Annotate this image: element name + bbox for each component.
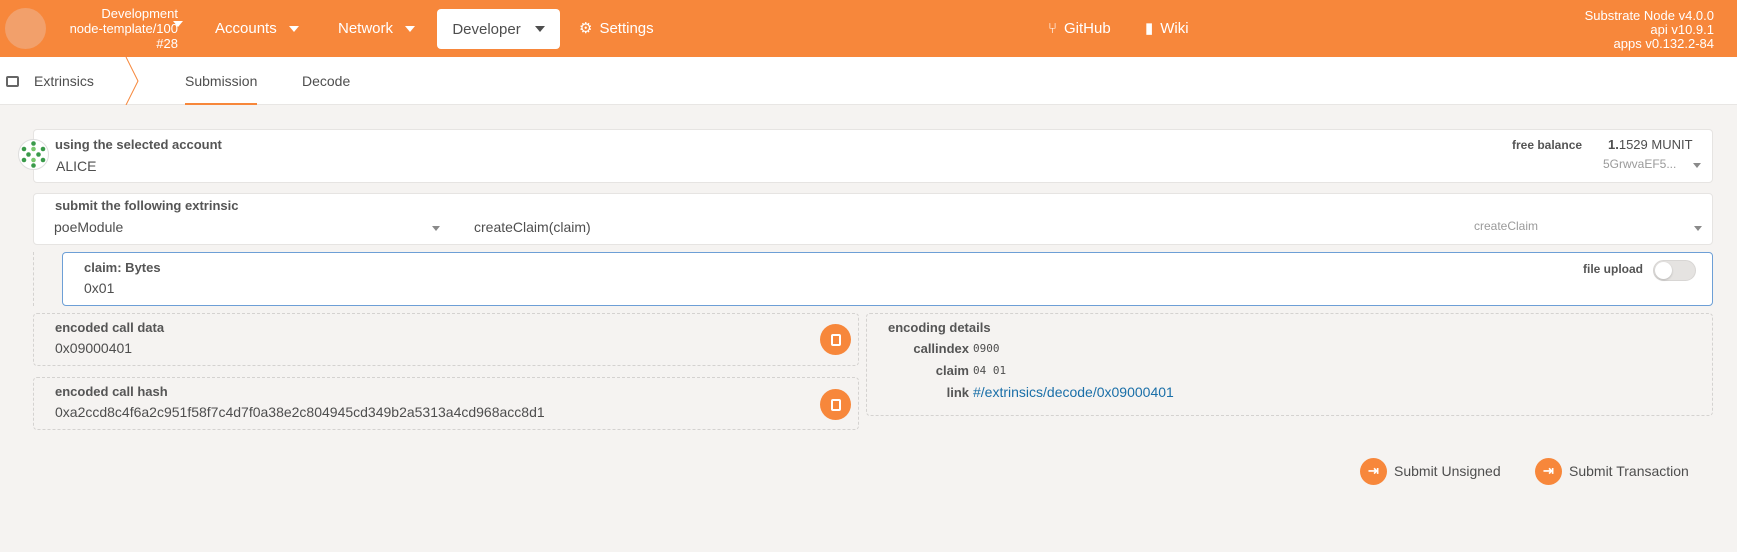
nav-developer[interactable]: Developer [437, 9, 560, 49]
callindex-value: 0900 [973, 342, 1000, 355]
balance-dec: 1529 [1618, 137, 1648, 152]
tab-decode[interactable]: Decode [287, 57, 365, 105]
decode-link[interactable]: #/extrinsics/decode/0x09000401 [973, 384, 1174, 400]
account-selector[interactable]: using the selected account ALICE free ba… [33, 129, 1713, 183]
nav-settings[interactable]: ⚙ Settings [579, 0, 654, 57]
module-select[interactable]: poeModule [34, 214, 454, 244]
chevron-down-icon [534, 26, 545, 32]
claim-param[interactable]: claim: Bytes 0x01 file upload [62, 252, 1713, 306]
copy-button[interactable] [820, 324, 851, 355]
nav-developer-label: Developer [452, 20, 521, 38]
extrinsic-label: submit the following extrinsic [55, 198, 239, 213]
sign-in-icon: ⇥ [1360, 457, 1387, 485]
balance-unit: MUNIT [1651, 137, 1693, 152]
chevron-down-icon [432, 226, 440, 231]
copy-button[interactable] [820, 389, 851, 420]
nav-network-label: Network [338, 20, 394, 37]
wiki-label: Wiki [1160, 20, 1189, 37]
claim-encoded-value: 04 01 [973, 364, 1007, 377]
encoding-details-title: encoding details [888, 320, 991, 335]
submit-unsigned-label: Submit Unsigned [1394, 463, 1501, 479]
chevron-down-icon [288, 25, 299, 32]
block-number: #28 [156, 36, 178, 51]
submit-transaction-label: Submit Transaction [1569, 463, 1689, 479]
call-hash-label: encoded call hash [55, 384, 168, 399]
nav-accounts[interactable]: Accounts [215, 0, 299, 57]
balance-value: 1.1529 MUNIT [1608, 137, 1693, 152]
param-indent [33, 252, 63, 306]
book-icon: ▮ [1145, 20, 1154, 37]
link-key: link [946, 385, 969, 400]
param-label: claim: Bytes [84, 260, 161, 275]
claim-key: claim [935, 363, 969, 378]
node-name: Substrate Node v4.0.0 [1584, 8, 1714, 23]
top-nav: Development node-template/100 #28 Accoun… [0, 0, 1737, 57]
encoded-call-hash: encoded call hash 0xa2ccd8c4f6a2c951f58f… [33, 377, 859, 430]
chevron-down-icon[interactable] [173, 21, 183, 27]
section-title: Extrinsics [6, 57, 94, 105]
method-short: createClaim [1474, 219, 1539, 233]
github-link[interactable]: ⑂ GitHub [1048, 0, 1111, 57]
chain-spec: node-template/100 [69, 21, 178, 36]
encoding-details: encoding details callindex 0900 claim 04… [866, 313, 1713, 416]
call-hash-value: 0xa2ccd8c4f6a2c951f58f7c4d7f0a38e2c80494… [55, 404, 545, 420]
api-version: api v10.9.1 [1650, 22, 1714, 37]
call-data-label: encoded call data [55, 320, 165, 335]
wiki-link[interactable]: ▮ Wiki [1145, 0, 1189, 57]
copy-icon [830, 333, 841, 346]
tab-submission[interactable]: Submission [170, 57, 272, 105]
file-upload-toggle[interactable] [1653, 260, 1696, 281]
inbox-icon [6, 75, 19, 87]
nav-settings-label: Settings [599, 20, 654, 37]
nav-network[interactable]: Network [338, 0, 416, 57]
identicon [18, 139, 49, 170]
breadcrumb-separator [125, 57, 139, 105]
method-select[interactable]: createClaim(claim) createClaim [474, 214, 1710, 244]
extrinsic-selector: submit the following extrinsic poeModule… [33, 193, 1713, 245]
chevron-down-icon [405, 25, 416, 32]
chain-selector[interactable]: Development node-template/100 #28 [50, 6, 178, 51]
tabs-bar: Extrinsics Submission Decode [0, 57, 1737, 105]
node-info: Substrate Node v4.0.0 api v10.9.1 apps v… [1585, 9, 1714, 51]
submit-unsigned-button[interactable]: ⇥ Submit Unsigned [1360, 457, 1501, 485]
chevron-down-icon [1694, 226, 1702, 231]
account-label: using the selected account [55, 137, 222, 152]
tab-submission-label: Submission [185, 73, 258, 89]
callindex-key: callindex [913, 341, 969, 356]
claim-input[interactable]: 0x01 [84, 280, 114, 296]
balance-int: 1. [1608, 137, 1619, 152]
copy-icon [830, 398, 841, 411]
submit-transaction-button[interactable]: ⇥ Submit Transaction [1535, 457, 1689, 485]
github-label: GitHub [1064, 20, 1111, 37]
gear-icon: ⚙ [579, 20, 593, 37]
call-data-value: 0x09000401 [55, 340, 133, 356]
chevron-down-icon [1693, 163, 1701, 168]
module-value: poeModule [54, 219, 124, 235]
method-value: createClaim(claim) [474, 219, 591, 235]
chain-logo[interactable] [5, 8, 46, 49]
apps-version: apps v0.132.2-84 [1613, 36, 1714, 51]
section-title-label: Extrinsics [34, 73, 94, 89]
file-upload-label: file upload [1583, 262, 1643, 276]
sign-in-icon: ⇥ [1535, 457, 1562, 485]
account-name: ALICE [56, 158, 97, 174]
chain-name: Development [101, 6, 178, 21]
encoded-call-data: encoded call data 0x09000401 [33, 313, 859, 366]
balance-label: free balance [1512, 138, 1583, 152]
branch-icon: ⑂ [1048, 20, 1058, 37]
nav-accounts-label: Accounts [215, 20, 277, 37]
tab-decode-label: Decode [302, 73, 351, 89]
account-address: 5GrwvaEF5... [1603, 157, 1677, 171]
